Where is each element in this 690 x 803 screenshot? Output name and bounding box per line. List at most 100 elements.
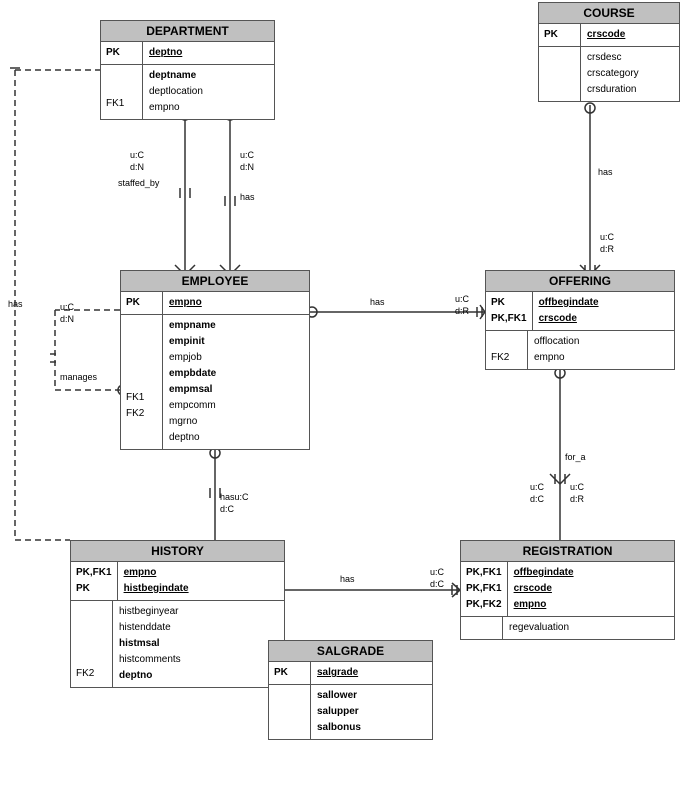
- reg-attrs: regevaluation: [461, 616, 674, 639]
- history-pk-fields: empno histbegindate: [118, 562, 195, 600]
- dept-title: DEPARTMENT: [101, 21, 274, 42]
- emp-attr-fields: empname empinit empjob empbdate empmsal …: [163, 315, 222, 449]
- salgrade-pk-field: salgrade: [311, 662, 364, 684]
- course-pk-value: crscode: [587, 27, 625, 43]
- history-pk2-value: histbegindate: [124, 581, 189, 597]
- uc4-label: u:C: [455, 294, 470, 304]
- salgrade-attr-3: salbonus: [317, 720, 361, 736]
- has-left-label: has: [8, 299, 23, 309]
- dn3-label: d:N: [60, 314, 74, 324]
- salgrade-attrs: sallower salupper salbonus: [269, 684, 432, 739]
- salgrade-attr-1: sallower: [317, 688, 361, 704]
- reg-title: REGISTRATION: [461, 541, 674, 562]
- emp-pk-value: empno: [169, 295, 202, 311]
- reg-pk1-label: PK,FK1: [466, 565, 502, 581]
- history-attr-5: deptno: [119, 668, 181, 684]
- staffed-by-label: staffed_by: [118, 178, 160, 188]
- dept-attrs: FK1 deptname deptlocation empno: [101, 64, 274, 119]
- course-attr-1: crsdesc: [587, 50, 639, 66]
- has-emp-off-label: has: [370, 297, 385, 307]
- reg-pk2-label: PK,FK1: [466, 581, 502, 597]
- dr5-label: d:R: [600, 244, 615, 254]
- emp-attr-7: mgrno: [169, 414, 216, 430]
- dr6-label: d:R: [570, 494, 585, 504]
- history-attr-3: histmsal: [119, 636, 181, 652]
- history-fk-col: FK2: [71, 601, 113, 687]
- reg-attr-1: regevaluation: [509, 620, 569, 636]
- salgrade-attr-fields: sallower salupper salbonus: [311, 685, 367, 739]
- offering-pk-col: PK PK,FK1: [486, 292, 533, 330]
- dept-pk-label: PK: [106, 45, 137, 61]
- salgrade-attr-2: salupper: [317, 704, 361, 720]
- department-entity: DEPARTMENT PK deptno FK1 deptname deptlo…: [100, 20, 275, 120]
- employee-entity: EMPLOYEE PK empno FK1 FK2 empname empini…: [120, 270, 310, 450]
- reg-attr-fields: regevaluation: [503, 617, 575, 639]
- history-pk-col: PK,FK1 PK: [71, 562, 118, 600]
- offering-attr-2: empno: [534, 350, 579, 366]
- course-pk-field: crscode: [581, 24, 631, 46]
- dn2-label: d:N: [240, 162, 254, 172]
- course-pk-col: PK: [539, 24, 581, 46]
- has-dept-label: has: [240, 192, 255, 202]
- salgrade-pk-col: PK: [269, 662, 311, 684]
- uc7-label: u:C: [530, 482, 545, 492]
- history-attr-4: histcomments: [119, 652, 181, 668]
- history-attr-1: histbeginyear: [119, 604, 181, 620]
- offering-pk2-label: PK,FK1: [491, 311, 527, 327]
- dc7-label: d:C: [530, 494, 545, 504]
- emp-fk2-label: FK2: [126, 406, 157, 422]
- history-attr-fields: histbeginyear histenddate histmsal histc…: [113, 601, 187, 687]
- course-attr-2: crscategory: [587, 66, 639, 82]
- course-title: COURSE: [539, 3, 679, 24]
- course-attr-pk-spacer: [539, 47, 581, 101]
- course-attrs: crsdesc crscategory crsduration: [539, 46, 679, 101]
- reg-pk1-value: offbegindate: [514, 565, 574, 581]
- dept-attr-fields: deptname deptlocation empno: [143, 65, 209, 119]
- offering-pk-fields: offbegindate crscode: [533, 292, 605, 330]
- history-pk1-value: empno: [124, 565, 189, 581]
- offering-pk2-value: crscode: [539, 311, 599, 327]
- emp-fk1-label: FK1: [126, 390, 157, 406]
- course-attr-fields: crsdesc crscategory crsduration: [581, 47, 645, 101]
- salgrade-attr-pk-spacer: [269, 685, 311, 739]
- history-title: HISTORY: [71, 541, 284, 562]
- uc6-label: u:C: [570, 482, 585, 492]
- emp-attr-1: empname: [169, 318, 216, 334]
- offering-attr-1: offlocation: [534, 334, 579, 350]
- dc-label: d:C: [220, 504, 235, 514]
- history-pk1-label: PK,FK1: [76, 565, 112, 581]
- emp-pk-col: PK: [121, 292, 163, 314]
- offering-pk1-value: offbegindate: [539, 295, 599, 311]
- emp-pk-field: empno: [163, 292, 208, 314]
- dept-attr-3: empno: [149, 100, 203, 116]
- reg-pk-col: PK,FK1 PK,FK1 PK,FK2: [461, 562, 508, 616]
- offering-attrs: FK2 offlocation empno: [486, 330, 674, 369]
- emp-attr-5: empmsal: [169, 382, 216, 398]
- history-entity: HISTORY PK,FK1 PK empno histbegindate FK…: [70, 540, 285, 688]
- hasu-c-label: hasu:C: [220, 492, 249, 502]
- emp-fk-col: FK1 FK2: [121, 315, 163, 449]
- reg-pk-fields: offbegindate crscode empno: [508, 562, 580, 616]
- emp-attr-6: empcomm: [169, 398, 216, 414]
- course-attr-3: crsduration: [587, 82, 639, 98]
- history-attrs: FK2 histbeginyear histenddate histmsal h…: [71, 600, 284, 687]
- emp-attr-2: empinit: [169, 334, 216, 350]
- emp-attr-4: empbdate: [169, 366, 216, 382]
- salgrade-pk-label: PK: [274, 665, 305, 681]
- history-attr-2: histenddate: [119, 620, 181, 636]
- reg-attr-pk-spacer: [461, 617, 503, 639]
- offering-entity: OFFERING PK PK,FK1 offbegindate crscode …: [485, 270, 675, 370]
- uc3-label: u:C: [60, 302, 75, 312]
- for-a-label: for_a: [565, 452, 586, 462]
- emp-attr-8: deptno: [169, 430, 216, 446]
- manages-label: manages: [60, 372, 98, 382]
- dc8-label: d:C: [430, 579, 445, 589]
- has-course-label: has: [598, 167, 613, 177]
- emp-title: EMPLOYEE: [121, 271, 309, 292]
- dept-attr-2: deptlocation: [149, 84, 203, 100]
- course-entity: COURSE PK crscode crsdesc crscategory cr…: [538, 2, 680, 102]
- uc2-label: u:C: [240, 150, 255, 160]
- reg-pk3-value: empno: [514, 597, 574, 613]
- dept-pk-field: deptno: [143, 42, 188, 64]
- dept-fk-col: FK1: [101, 65, 143, 119]
